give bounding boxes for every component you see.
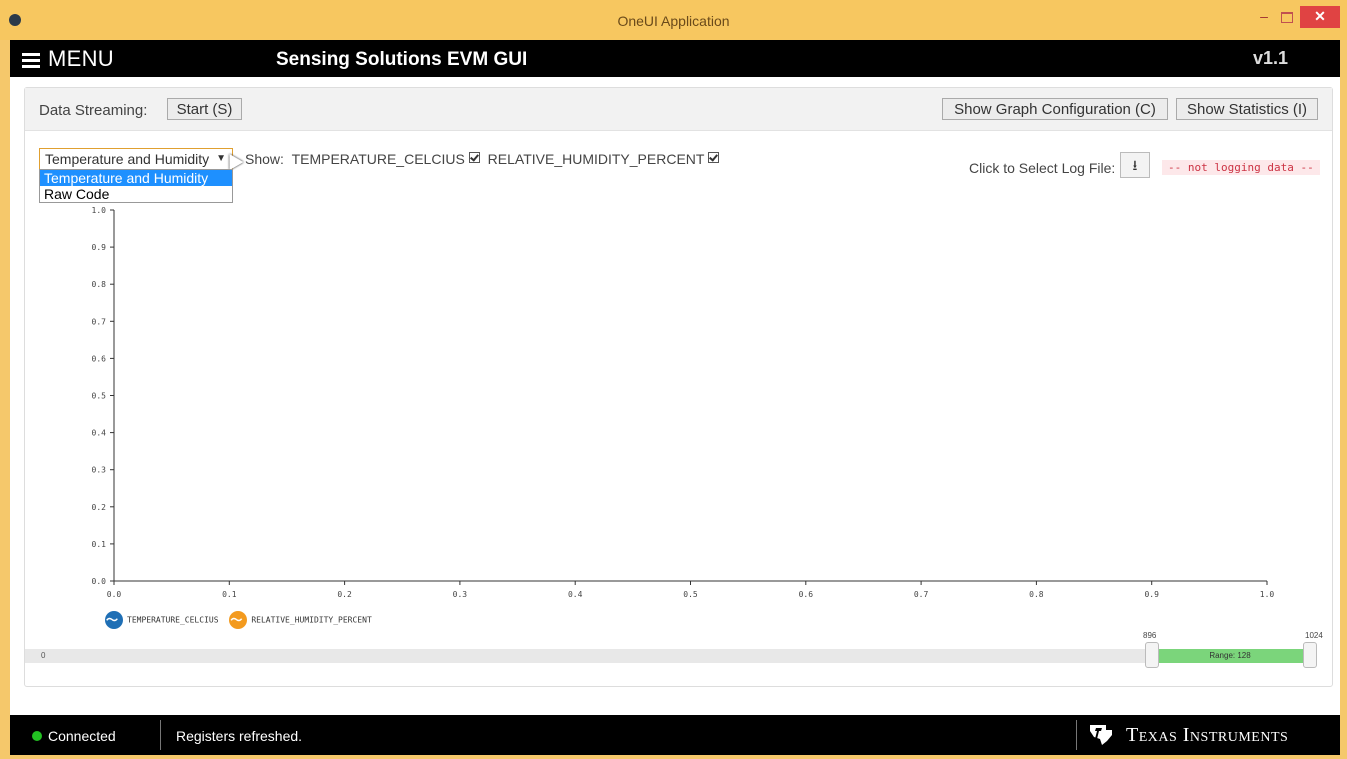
y-tick-label: 0.1 xyxy=(92,540,107,549)
x-tick-label: 0.8 xyxy=(1029,590,1044,599)
minimize-button[interactable]: – xyxy=(1254,6,1274,28)
range-slider-low-handle[interactable] xyxy=(1145,642,1159,668)
close-button[interactable]: ✕ xyxy=(1300,6,1340,28)
range-slider-low-label: 896 xyxy=(1143,631,1157,640)
window-title: OneUI Application xyxy=(617,13,730,29)
range-slider-selection[interactable]: Range: 128 xyxy=(1155,649,1305,663)
y-tick-label: 1.0 xyxy=(92,206,107,215)
range-slider-high-handle[interactable] xyxy=(1303,642,1317,668)
legend-label-temperature: TEMPERATURE_CELCIUS xyxy=(127,615,219,625)
main-area: Data Streaming: Start (S) Show Graph Con… xyxy=(10,77,1340,715)
y-tick-label: 0.9 xyxy=(92,243,107,252)
menu-label: MENU xyxy=(48,46,114,71)
y-tick-label: 0.8 xyxy=(92,280,107,289)
chart-legend: TEMPERATURE_CELCIUS RELATIVE_HUMIDITY_PE… xyxy=(105,611,378,629)
graph-type-dropdown: Temperature and Humidity Raw Code xyxy=(39,169,233,203)
menu-button[interactable]: MENU xyxy=(22,46,114,72)
range-slider-high-label: 1024 xyxy=(1305,631,1323,640)
legend-label-humidity: RELATIVE_HUMIDITY_PERCENT xyxy=(251,615,372,625)
y-tick-label: 0.5 xyxy=(92,392,107,401)
legend-item-temperature[interactable]: TEMPERATURE_CELCIUS xyxy=(105,611,219,629)
dropdown-option-raw-code[interactable]: Raw Code xyxy=(40,186,232,202)
x-tick-label: 0.0 xyxy=(107,590,122,599)
y-tick-label: 0.7 xyxy=(92,317,107,326)
x-tick-label: 0.5 xyxy=(683,590,698,599)
y-tick-label: 0.0 xyxy=(92,577,107,586)
x-tick-label: 0.7 xyxy=(914,590,929,599)
x-tick-label: 1.0 xyxy=(1260,590,1275,599)
y-tick-label: 0.3 xyxy=(92,466,107,475)
connection-status: Connected xyxy=(48,728,116,744)
dropdown-option-temperature-humidity[interactable]: Temperature and Humidity xyxy=(40,170,232,186)
y-tick-label: 0.6 xyxy=(92,354,107,363)
version-label: v1.1 xyxy=(1252,48,1288,68)
humidity-series-icon xyxy=(229,611,248,629)
legend-item-humidity[interactable]: RELATIVE_HUMIDITY_PERCENT xyxy=(229,611,372,629)
graph-panel: Data Streaming: Start (S) Show Graph Con… xyxy=(24,87,1333,687)
app-title: Sensing Solutions EVM GUI xyxy=(276,49,528,70)
connection-status-icon xyxy=(32,731,42,741)
range-slider-min-label: 0 xyxy=(41,651,46,660)
texas-instruments-logo-icon xyxy=(1090,725,1112,745)
x-tick-label: 0.6 xyxy=(799,590,814,599)
range-slider-track[interactable] xyxy=(25,649,1315,663)
x-tick-label: 0.4 xyxy=(568,590,583,599)
x-tick-label: 0.1 xyxy=(222,590,237,599)
temperature-series-icon xyxy=(105,611,123,629)
x-tick-label: 0.3 xyxy=(453,590,468,599)
status-divider xyxy=(160,720,161,750)
y-tick-label: 0.2 xyxy=(92,503,107,512)
status-message: Registers refreshed. xyxy=(176,728,303,744)
window-titlebar: OneUI Application – ✕ xyxy=(0,0,1347,40)
maximize-button[interactable] xyxy=(1276,6,1298,28)
maximize-icon xyxy=(1281,12,1293,23)
app-header: MENU Sensing Solutions EVM GUI v1.1 xyxy=(10,40,1340,77)
y-tick-label: 0.4 xyxy=(92,429,107,438)
brand-name: Texas Instruments xyxy=(1126,724,1289,746)
x-tick-label: 0.9 xyxy=(1144,590,1159,599)
status-divider xyxy=(1076,720,1077,750)
status-bar: Connected Registers refreshed. Texas Ins… xyxy=(10,715,1340,755)
x-tick-label: 0.2 xyxy=(337,590,352,599)
hamburger-icon xyxy=(22,50,40,71)
